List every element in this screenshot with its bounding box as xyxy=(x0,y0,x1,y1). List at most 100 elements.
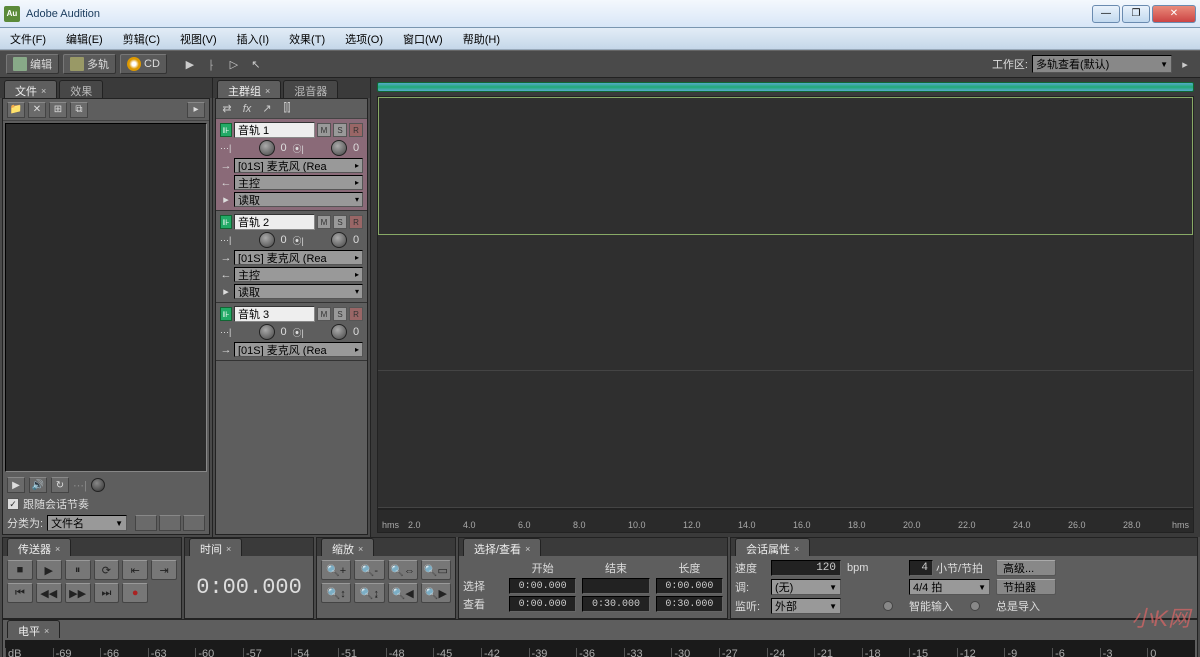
show-markers-button[interactable] xyxy=(135,515,157,531)
track-header[interactable]: ⊪ 音轨 1 M S R ⋯| 0 ⦿| 0 → [01S] 麦克风 (Rea▸… xyxy=(216,119,367,211)
tempo-input[interactable]: 120 xyxy=(771,560,841,576)
time-ruler[interactable]: hms 2.04.06.08.010.012.014.016.018.020.0… xyxy=(377,509,1194,533)
track-header[interactable]: ⊪ 音轨 3 M S R ⋯| 0 ⦿| 0 → [01S] 麦克风 (Rea▸ xyxy=(216,303,367,361)
arm-record-button[interactable]: R xyxy=(349,123,363,137)
view-end-field[interactable]: 0:30.000 xyxy=(582,596,649,612)
mode-edit-button[interactable]: 编辑 xyxy=(6,54,59,74)
import-file-button[interactable]: 📁 xyxy=(7,102,25,118)
solo-button[interactable]: S xyxy=(333,123,347,137)
tab-zoom[interactable]: 缩放× xyxy=(321,538,374,556)
mute-button[interactable]: M xyxy=(317,307,331,321)
mode-multitrack-button[interactable]: 多轨 xyxy=(63,54,116,74)
track-handle-icon[interactable]: ⊪ xyxy=(220,215,232,229)
menu-help[interactable]: 帮助(H) xyxy=(459,29,504,49)
always-import-radio[interactable] xyxy=(970,601,980,611)
full-path-button[interactable] xyxy=(159,515,181,531)
hybrid-tool-icon[interactable]: ▷ xyxy=(225,55,243,73)
close-button[interactable]: ✕ xyxy=(1152,5,1196,23)
fast-forward-button[interactable]: ⏭ xyxy=(94,583,120,603)
track-name-input[interactable]: 音轨 2 xyxy=(234,214,315,230)
follow-tempo-checkbox[interactable]: ✓ xyxy=(7,498,19,510)
volume-knob[interactable] xyxy=(259,140,275,156)
zoom-in-left-button[interactable]: 🔍◀ xyxy=(388,583,418,603)
eq-icon[interactable]: ⫿⫿ xyxy=(280,102,294,116)
zoom-in-v-button[interactable]: 🔍↕ xyxy=(321,583,351,603)
volume-knob[interactable] xyxy=(259,232,275,248)
stop-button[interactable]: ■ xyxy=(7,560,33,580)
advanced-button[interactable]: 高级... xyxy=(996,560,1056,576)
panel-menu-icon[interactable]: ▸ xyxy=(187,102,205,118)
sel-end-field[interactable] xyxy=(582,578,649,594)
pan-knob[interactable] xyxy=(331,324,347,340)
autoplay-button[interactable]: 🔊 xyxy=(29,477,47,493)
volume-knob[interactable] xyxy=(259,324,275,340)
menu-effects[interactable]: 效果(T) xyxy=(285,29,329,49)
sel-length-field[interactable]: 0:00.000 xyxy=(656,578,723,594)
arm-record-button[interactable]: R xyxy=(349,307,363,321)
smart-input-radio[interactable] xyxy=(883,601,893,611)
track-output-select[interactable]: 主控▸ xyxy=(234,267,363,282)
tab-mixer[interactable]: 混音器 xyxy=(283,80,338,98)
track-input-select[interactable]: [01S] 麦克风 (Rea▸ xyxy=(234,250,363,265)
track-input-select[interactable]: [01S] 麦克风 (Rea▸ xyxy=(234,158,363,173)
tab-transport[interactable]: 传送器× xyxy=(7,538,71,556)
timesig-select[interactable]: 4/4 拍▼ xyxy=(909,579,990,595)
zoom-sel-button[interactable]: 🔍▭ xyxy=(421,560,451,580)
play-button[interactable]: ▶ xyxy=(36,560,62,580)
mute-button[interactable]: M xyxy=(317,123,331,137)
close-file-button[interactable]: ✕ xyxy=(28,102,46,118)
edit-file-button[interactable]: ⊞ xyxy=(49,102,67,118)
tab-selection[interactable]: 选择/查看× xyxy=(463,538,541,556)
track-input-select[interactable]: [01S] 麦克风 (Rea▸ xyxy=(234,342,363,357)
workspace-menu-icon[interactable]: ▸ xyxy=(1176,55,1194,73)
sort-select[interactable]: 文件名▼ xyxy=(47,515,127,531)
zoom-full-button[interactable]: 🔍⇔ xyxy=(388,560,418,580)
view-start-field[interactable]: 0:00.000 xyxy=(509,596,576,612)
tab-levels[interactable]: 电平× xyxy=(7,620,60,638)
track-lane[interactable] xyxy=(378,235,1193,372)
inputs-icon[interactable]: ⇄ xyxy=(220,102,234,116)
key-select[interactable]: (无)▼ xyxy=(771,579,841,595)
record-button[interactable]: ● xyxy=(122,583,148,603)
sel-start-field[interactable]: 0:00.000 xyxy=(509,578,576,594)
zoom-out-h-button[interactable]: 🔍- xyxy=(354,560,384,580)
level-meter[interactable]: dB-69-66-63-60-57-54-51-48-45-42-39-36-3… xyxy=(5,640,1195,657)
advanced-options-button[interactable] xyxy=(183,515,205,531)
sends-icon[interactable]: ↗ xyxy=(260,102,274,116)
minimize-button[interactable]: — xyxy=(1092,5,1120,23)
track-name-input[interactable]: 音轨 1 xyxy=(234,122,315,138)
move-tool-icon[interactable]: ▶ xyxy=(181,55,199,73)
menu-clip[interactable]: 剪辑(C) xyxy=(119,29,164,49)
go-to-beginning-button[interactable]: ⇤ xyxy=(122,560,148,580)
insert-mt-button[interactable]: ⧉ xyxy=(70,102,88,118)
time-display[interactable]: 0:00.000 xyxy=(189,560,309,614)
tab-time[interactable]: 时间× xyxy=(189,538,242,556)
tab-session-props[interactable]: 会话属性× xyxy=(735,538,810,556)
track-handle-icon[interactable]: ⊪ xyxy=(220,307,232,321)
menu-window[interactable]: 窗口(W) xyxy=(399,29,447,49)
rewind-button[interactable]: ⏮ xyxy=(7,583,33,603)
track-header[interactable]: ⊪ 音轨 2 M S R ⋯| 0 ⦿| 0 → [01S] 麦克风 (Rea▸… xyxy=(216,211,367,303)
automation-mode-select[interactable]: 读取▾ xyxy=(234,284,363,299)
overview-scrollbar[interactable] xyxy=(377,82,1194,92)
mode-cd-button[interactable]: CD xyxy=(120,54,167,74)
mute-button[interactable]: M xyxy=(317,215,331,229)
tab-effects[interactable]: 效果 xyxy=(59,80,103,98)
menu-edit[interactable]: 编辑(E) xyxy=(62,29,107,49)
pan-knob[interactable] xyxy=(331,140,347,156)
tab-main-group[interactable]: 主群组× xyxy=(217,80,281,98)
bars-input[interactable]: 4 xyxy=(909,560,933,576)
pan-knob[interactable] xyxy=(331,232,347,248)
track-handle-icon[interactable]: ⊪ xyxy=(220,123,232,137)
workspace-select[interactable]: 多轨查看(默认)▼ xyxy=(1032,55,1172,73)
menu-file[interactable]: 文件(F) xyxy=(6,29,50,49)
file-list[interactable] xyxy=(5,123,207,472)
loop-preview-button[interactable]: ↻ xyxy=(51,477,69,493)
play-preview-button[interactable]: ▶ xyxy=(7,477,25,493)
monitor-select[interactable]: 外部▼ xyxy=(771,598,841,614)
track-lane[interactable] xyxy=(378,371,1193,508)
go-to-end-button[interactable]: ⇥ xyxy=(151,560,177,580)
fx-icon[interactable]: fx xyxy=(240,102,254,116)
track-lane[interactable] xyxy=(378,97,1193,235)
play-looped-button[interactable]: ⟳ xyxy=(94,560,120,580)
